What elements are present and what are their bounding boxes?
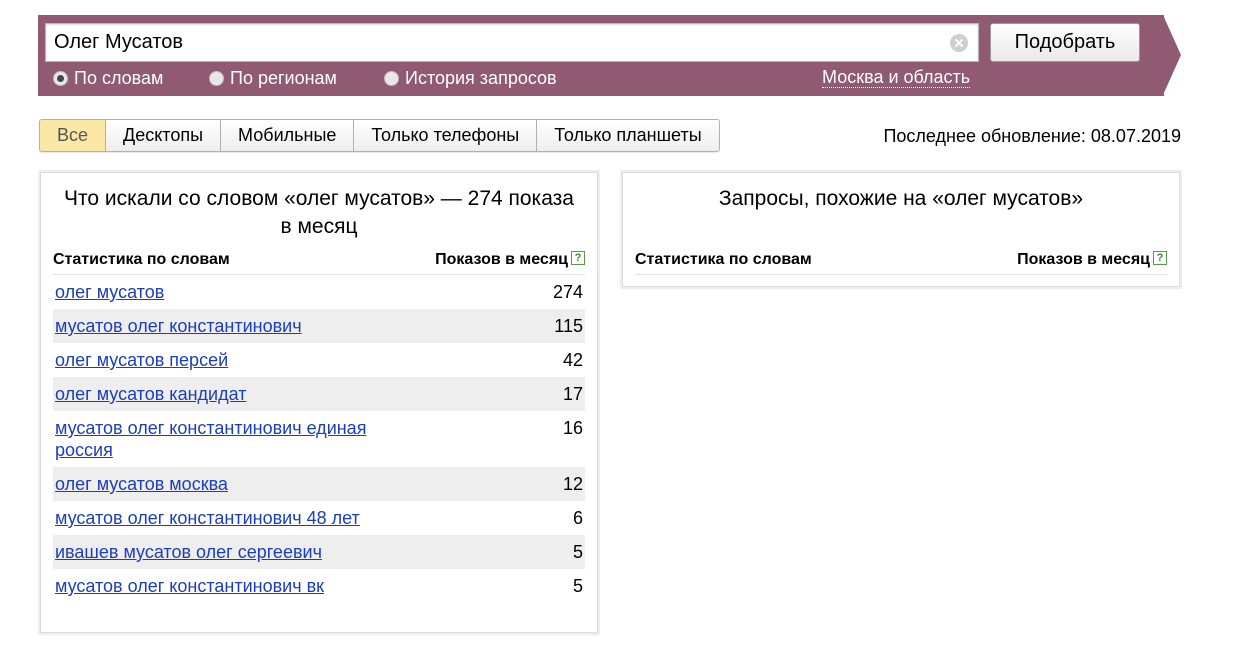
table-header: Статистика по словам Показов в месяц? bbox=[53, 245, 585, 275]
phrase-link[interactable]: олег мусатов москва bbox=[55, 473, 415, 495]
similar-queries-panel: Запросы, похожие на «олег мусатов» Стати… bbox=[622, 172, 1180, 287]
search-input[interactable] bbox=[46, 24, 978, 61]
table-row: мусатов олег константинович 115 bbox=[53, 309, 585, 343]
table-header: Статистика по словам Показов в месяц? bbox=[635, 245, 1167, 275]
tab-tablets-only[interactable]: Только планшеты bbox=[537, 120, 719, 151]
column-header-shows: Показов в месяц? bbox=[1017, 250, 1167, 269]
help-icon[interactable]: ? bbox=[1153, 250, 1167, 265]
phrase-link[interactable]: олег мусатов кандидат bbox=[55, 383, 415, 405]
shows-count: 17 bbox=[562, 384, 583, 404]
radio-label: По регионам bbox=[230, 67, 337, 88]
phrase-link[interactable]: олег мусатов персей bbox=[55, 349, 415, 371]
radio-label: История запросов bbox=[405, 67, 557, 88]
words-stats-panel: Что искали со словом «олег мусатов» — 27… bbox=[40, 172, 598, 633]
shows-count: 5 bbox=[572, 576, 583, 596]
radio-label: По словам bbox=[74, 67, 164, 88]
radio-mode-history[interactable]: История запросов bbox=[384, 67, 557, 89]
table-row: мусатов олег константинович единая росси… bbox=[53, 411, 585, 467]
column-header-shows: Показов в месяц? bbox=[435, 250, 585, 269]
clear-icon[interactable] bbox=[950, 34, 968, 52]
help-icon[interactable]: ? bbox=[571, 250, 585, 265]
phrase-link[interactable]: олег мусатов bbox=[55, 281, 415, 303]
tab-phones-only[interactable]: Только телефоны bbox=[354, 120, 538, 151]
region-selector-link[interactable]: Москва и область bbox=[822, 67, 971, 88]
phrase-link[interactable]: мусатов олег константинович bbox=[55, 315, 415, 337]
table-row: олег мусатов кандидат 17 bbox=[53, 377, 585, 411]
radio-icon bbox=[209, 70, 224, 86]
table-row: олег мусатов москва 12 bbox=[53, 467, 585, 501]
table-row: олег мусатов персей 42 bbox=[53, 343, 585, 377]
table-row: ивашев мусатов олег сергеевич 5 bbox=[53, 535, 585, 569]
search-band-arrow bbox=[1163, 15, 1181, 95]
phrase-link[interactable]: мусатов олег константинович 48 лет bbox=[55, 507, 415, 529]
panel-title: Что искали со словом «олег мусатов» — 27… bbox=[64, 187, 574, 238]
panel-title: Запросы, похожие на «олег мусатов» bbox=[718, 187, 1084, 210]
radio-icon-checked bbox=[53, 70, 68, 86]
shows-count: 6 bbox=[572, 508, 583, 528]
column-header-words: Статистика по словам bbox=[53, 250, 230, 268]
tab-mobile[interactable]: Мобильные bbox=[221, 120, 355, 151]
table-row: олег мусатов 274 bbox=[53, 275, 585, 309]
radio-mode-words[interactable]: По словам bbox=[53, 67, 163, 89]
column-header-words: Статистика по словам bbox=[635, 250, 812, 268]
words-table: олег мусатов 274 мусатов олег константин… bbox=[53, 275, 585, 603]
submit-button[interactable]: Подобрать bbox=[990, 23, 1140, 62]
table-row: мусатов олег константинович 48 лет 6 bbox=[53, 501, 585, 535]
tab-desktop[interactable]: Десктопы bbox=[106, 120, 222, 151]
radio-icon bbox=[384, 70, 399, 86]
shows-count: 16 bbox=[562, 418, 583, 438]
table-row: мусатов олег константинович вк 5 bbox=[53, 569, 585, 603]
shows-count: 115 bbox=[554, 316, 583, 336]
radio-mode-regions[interactable]: По регионам bbox=[209, 67, 337, 89]
phrase-link[interactable]: мусатов олег константинович вк bbox=[55, 575, 415, 597]
search-input-wrapper bbox=[45, 23, 979, 62]
shows-count: 42 bbox=[562, 350, 583, 370]
device-tabs: Все Десктопы Мобильные Только телефоны Т… bbox=[39, 119, 720, 152]
tab-all[interactable]: Все bbox=[40, 120, 107, 151]
phrase-link[interactable]: ивашев мусатов олег сергеевич bbox=[55, 541, 415, 563]
shows-count: 274 bbox=[552, 282, 583, 302]
phrase-link[interactable]: мусатов олег константинович единая росси… bbox=[55, 417, 415, 461]
shows-count: 12 bbox=[562, 474, 583, 494]
last-update: Последнее обновление: 08.07.2019 bbox=[883, 126, 1181, 146]
shows-count: 5 bbox=[572, 542, 583, 562]
